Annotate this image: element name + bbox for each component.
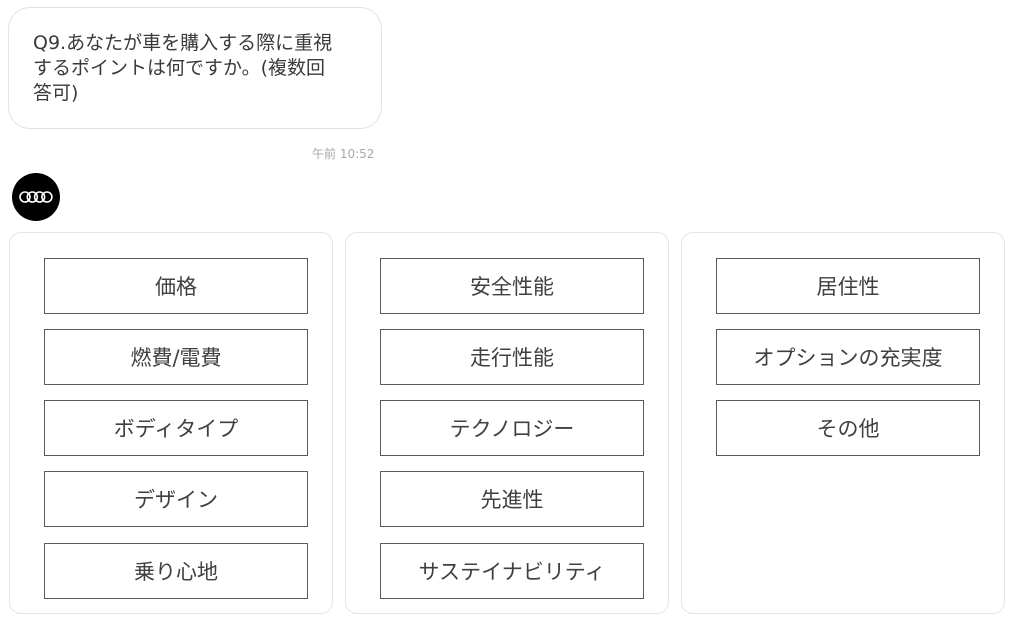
option-button[interactable]: 居住性 — [716, 258, 980, 314]
option-card-2: 安全性能 走行性能 テクノロジー 先進性 サステイナビリティ — [345, 232, 669, 614]
option-card-1: 価格 燃費/電費 ボディタイプ デザイン 乗り心地 — [9, 232, 333, 614]
option-button[interactable]: 乗り心地 — [44, 543, 308, 599]
option-button[interactable]: オプションの充実度 — [716, 329, 980, 385]
bot-avatar — [12, 173, 60, 221]
option-button[interactable]: その他 — [716, 400, 980, 456]
option-button[interactable]: 価格 — [44, 258, 308, 314]
option-button[interactable]: テクノロジー — [380, 400, 644, 456]
option-button[interactable]: 先進性 — [380, 471, 644, 527]
option-card-3: 居住性 オプションの充実度 その他 — [681, 232, 1005, 614]
message-timestamp: 午前 10:52 — [312, 147, 375, 161]
option-button[interactable]: 走行性能 — [380, 329, 644, 385]
option-button[interactable]: ボディタイプ — [44, 400, 308, 456]
option-button[interactable]: サステイナビリティ — [380, 543, 644, 599]
option-button[interactable]: 安全性能 — [380, 258, 644, 314]
question-bubble: Q9.あなたが車を購入する際に重視 するポイントは何ですか。(複数回 答可) — [8, 7, 382, 129]
option-button[interactable]: デザイン — [44, 471, 308, 527]
four-rings-logo-icon — [19, 191, 53, 203]
option-button[interactable]: 燃費/電費 — [44, 329, 308, 385]
